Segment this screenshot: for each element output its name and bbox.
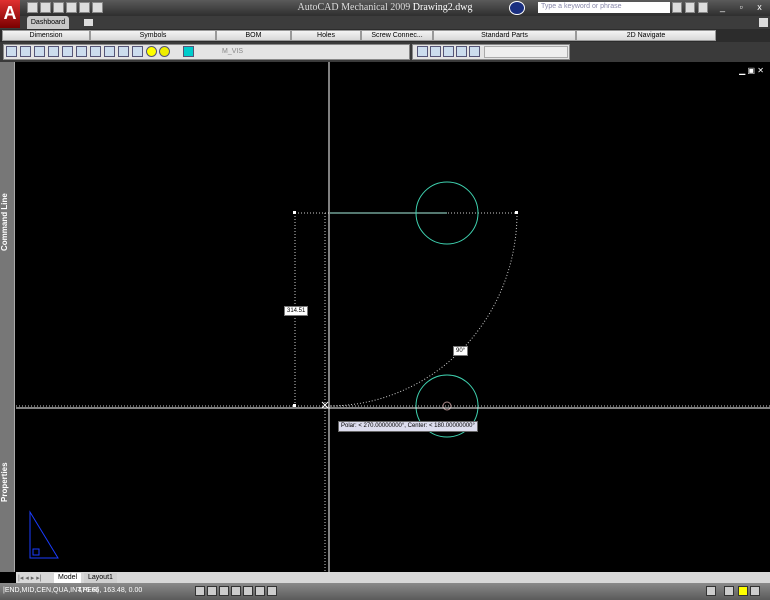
lock-icon[interactable] [724, 586, 734, 596]
app-menu-button[interactable]: A [0, 0, 20, 28]
snap-mode-icon[interactable] [195, 586, 205, 596]
grip-point [515, 211, 518, 214]
clean-screen-icon[interactable] [750, 586, 760, 596]
lineweight-icon[interactable] [267, 586, 277, 596]
layout-tab-bar [16, 572, 770, 583]
grip-point [293, 211, 296, 214]
toolbar-lock-icon[interactable] [706, 586, 716, 596]
otrack-icon[interactable] [231, 586, 241, 596]
drawing-geometry [16, 62, 770, 572]
tab-model[interactable]: Model [54, 573, 82, 583]
coordinate-readout[interactable]: 476.66, 163.48, 0.00 [78, 587, 142, 594]
dyn-icon[interactable] [255, 586, 265, 596]
osnap-icon[interactable] [219, 586, 229, 596]
polar-icon[interactable] [207, 586, 217, 596]
dimension-input[interactable]: 314.51 [284, 306, 309, 316]
ucs-icon [29, 510, 59, 559]
center-snap-marker [442, 401, 452, 411]
angle-input[interactable]: 90° [453, 346, 469, 356]
ducs-icon[interactable] [243, 586, 253, 596]
annotation-icon[interactable] [738, 586, 748, 596]
arc-preview [328, 212, 518, 407]
tab-layout1[interactable]: Layout1 [84, 573, 117, 583]
grip-point [293, 404, 296, 407]
tracking-tooltip: Polar: < 270.00000000°, Center: < 180.00… [338, 421, 478, 432]
layout-nav-arrows[interactable]: |◂ ◂ ▸ ▸| [18, 574, 42, 582]
